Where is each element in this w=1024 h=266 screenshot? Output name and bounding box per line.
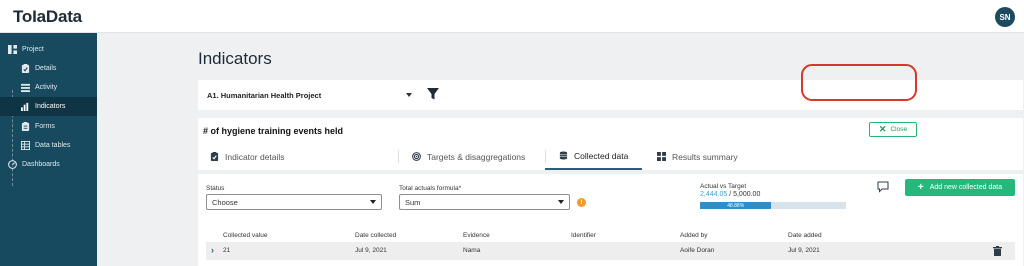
clipboard-icon [210, 152, 219, 161]
tab-label: Targets & disaggregations [427, 151, 526, 162]
target-value: / 5,000.00 [729, 191, 761, 198]
tab-collected-data[interactable]: Collected data [545, 143, 643, 170]
sidebar-item-indicators[interactable]: Indicators [0, 97, 97, 116]
tab-label: Collected data [574, 150, 629, 161]
sidebar-item-label: Forms [35, 123, 55, 130]
progress-label: 48.88% [727, 202, 745, 209]
sidebar: Project Details Activity Indicators Form… [0, 33, 97, 266]
formula-label: Total actuals formula* [399, 185, 462, 192]
sidebar-item-details[interactable]: Details [0, 59, 97, 78]
sidebar-item-project[interactable]: Project [0, 40, 97, 59]
sidebar-item-data-tables[interactable]: Data tables [0, 136, 97, 155]
info-badge-icon[interactable]: ! [577, 198, 586, 207]
dashboards-icon [8, 160, 17, 169]
add-collected-data-button[interactable]: + Add new collected data [905, 179, 1015, 196]
database-icon [559, 151, 568, 160]
chevron-down-icon [558, 200, 564, 204]
tab-indicator-details[interactable]: Indicator details [210, 143, 285, 170]
collected-data-card: Status Choose Total actuals formula* Sum… [198, 174, 1023, 266]
details-icon [21, 64, 30, 73]
trash-icon[interactable] [993, 246, 1002, 256]
data-tables-icon [21, 141, 30, 150]
project-icon [8, 45, 17, 54]
column-header: Added by [680, 232, 708, 239]
tab-targets[interactable]: Targets & disaggregations [412, 143, 525, 170]
grid-icon [657, 152, 666, 161]
indicators-icon [21, 102, 30, 111]
chevron-down-icon [406, 93, 412, 97]
tab-label: Indicator details [225, 151, 285, 162]
top-bar: ToIaData SN [0, 0, 1024, 33]
status-select-value: Choose [212, 197, 238, 207]
chevron-down-icon [370, 200, 376, 204]
tab-results-summary[interactable]: Results summary [657, 143, 738, 170]
main-content: Indicators A1. Humanitarian Health Proje… [97, 33, 1024, 266]
project-select[interactable]: A1. Humanitarian Health Project [203, 85, 418, 105]
cell-date-collected: Jul 9, 2021 [355, 247, 387, 254]
sidebar-item-label: Project [22, 46, 44, 53]
actual-vs-target-label: Actual vs Target [700, 183, 747, 190]
table-row[interactable]: › 21 Jul 9, 2021 Nama Aoife Doran Jul 9,… [206, 242, 1015, 260]
column-header: Collected value [223, 232, 268, 239]
tab-divider [398, 150, 399, 163]
indicator-tabs: Indicator details Targets & disaggregati… [198, 143, 1023, 170]
actual-vs-target-values: 2,444.05 / 5,000.00 [700, 191, 760, 198]
cell-date-added: Jul 9, 2021 [788, 247, 820, 254]
close-button-label: Close [890, 126, 908, 133]
column-header: Date collected [355, 232, 397, 239]
sidebar-item-label: Indicators [35, 103, 66, 110]
sidebar-item-label: Activity [35, 84, 58, 91]
close-icon: ✕ [878, 124, 887, 134]
highlight-annotation [801, 64, 917, 101]
tab-label: Results summary [672, 151, 738, 162]
project-select-value: A1. Humanitarian Health Project [207, 90, 322, 100]
indicator-card: # of hygiene training events held ✕ Clos… [198, 118, 1023, 170]
close-button[interactable]: ✕ Close [869, 122, 917, 137]
sidebar-item-forms[interactable]: Forms [0, 117, 97, 136]
sidebar-item-label: Dashboards [22, 161, 60, 168]
sidebar-item-label: Details [35, 65, 57, 72]
column-header: Date added [788, 232, 822, 239]
cell-added-by: Aoife Doran [680, 247, 715, 254]
chevron-right-icon[interactable]: › [211, 246, 214, 255]
user-avatar[interactable]: SN [995, 7, 1015, 27]
forms-icon [21, 122, 30, 131]
indicator-title: # of hygiene training events held [203, 126, 344, 136]
cell-evidence: Nama [463, 247, 481, 254]
target-icon [412, 152, 421, 161]
app-logo[interactable]: ToIaData [13, 7, 82, 27]
status-select[interactable]: Choose [206, 194, 382, 210]
formula-select[interactable]: Sum [399, 194, 570, 210]
sidebar-item-dashboards[interactable]: Dashboards [0, 155, 97, 174]
sidebar-item-label: Data tables [35, 142, 71, 149]
comment-icon[interactable] [877, 181, 889, 193]
activity-icon [21, 83, 30, 92]
status-label: Status [206, 185, 225, 192]
sidebar-item-activity[interactable]: Activity [0, 78, 97, 97]
plus-icon: + [917, 181, 924, 193]
add-collected-data-label: Add new collected data [929, 184, 1003, 191]
formula-select-value: Sum [405, 197, 421, 207]
page-title: Indicators [198, 49, 272, 68]
actual-value: 2,444.05 [700, 191, 728, 198]
filter-icon[interactable] [426, 87, 440, 101]
column-header: Evidence [463, 232, 490, 239]
progress-bar: 48.88% [700, 202, 846, 209]
cell-collected-value: 21 [223, 247, 231, 254]
column-header: Identifier [571, 232, 596, 239]
